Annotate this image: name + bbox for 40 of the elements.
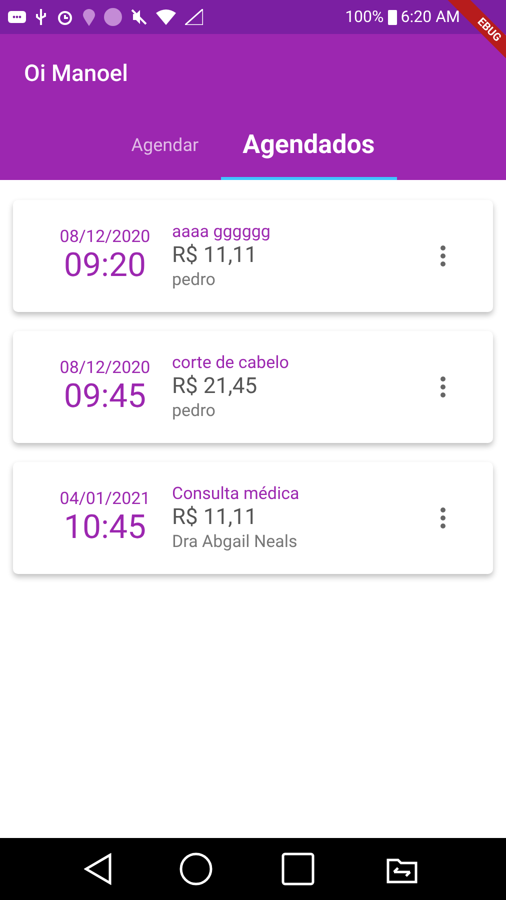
more-options-button[interactable] <box>439 245 447 267</box>
clock-time: 6:20 AM <box>400 6 460 28</box>
alarm-icon <box>56 8 74 26</box>
appointment-card[interactable]: 04/01/2021 10:45 Consulta médica R$ 11,11 Dra Abgail Neals <box>13 462 493 574</box>
service-price: R$ 21,45 <box>172 374 258 400</box>
more-vertical-icon <box>440 245 446 267</box>
wifi-icon <box>156 9 176 25</box>
appointment-card[interactable]: 08/12/2020 09:45 corte de cabelo R$ 21,45 pedro <box>13 331 493 443</box>
appointment-card[interactable]: 08/12/2020 09:20 aaaa gggggg R$ 11,11 pedro <box>13 200 493 312</box>
more-options-button[interactable] <box>439 507 447 529</box>
back-icon[interactable] <box>84 853 112 885</box>
appointment-time: 09:45 <box>64 378 146 416</box>
professional-name: Dra Abgail Neals <box>172 531 298 553</box>
professional-name: pedro <box>172 269 216 291</box>
service-name: aaaa gggggg <box>172 221 272 243</box>
more-options-button[interactable] <box>439 376 447 398</box>
tab[interactable]: Agendar <box>109 114 221 180</box>
home-icon[interactable] <box>179 852 214 886</box>
more-vertical-icon <box>440 507 446 529</box>
appointment-date: 08/12/2020 <box>60 227 150 247</box>
appointment-date: 04/01/2021 <box>60 489 150 509</box>
service-price: R$ 11,11 <box>172 505 258 531</box>
professional-name: pedro <box>172 400 216 422</box>
app-title: Oi Manoel <box>24 58 128 89</box>
appointment-time: 09:20 <box>64 247 146 285</box>
service-name: corte de cabelo <box>172 352 290 374</box>
tab[interactable]: Agendados <box>220 114 397 180</box>
usb-icon <box>35 8 47 26</box>
signal-icon <box>185 9 203 25</box>
message-icon <box>8 10 26 24</box>
service-price: R$ 11,11 <box>172 243 258 269</box>
appointment-date: 08/12/2020 <box>60 358 150 378</box>
more-vertical-icon <box>440 376 446 398</box>
battery-icon <box>388 9 397 25</box>
location-icon <box>83 8 95 26</box>
recents-icon[interactable] <box>280 852 315 886</box>
mute-icon <box>131 9 147 25</box>
appointment-time: 10:45 <box>64 509 146 547</box>
battery-level: 100% <box>345 6 384 28</box>
service-name: Consulta médica <box>172 483 300 505</box>
